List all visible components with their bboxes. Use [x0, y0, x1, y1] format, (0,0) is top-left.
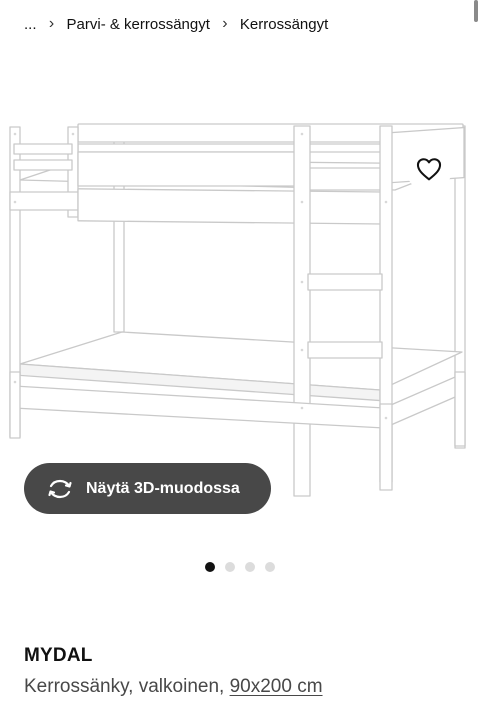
- heart-icon: [416, 158, 442, 181]
- favourite-button[interactable]: [406, 146, 452, 192]
- breadcrumb-item-bunk-beds[interactable]: Kerrossängyt: [240, 16, 328, 33]
- pagination-dot-1[interactable]: [205, 562, 215, 572]
- view-in-3d-label: Näytä 3D-muodossa: [86, 479, 240, 497]
- pagination-dot-3[interactable]: [245, 562, 255, 572]
- product-description-text: Kerrossänky, valkoinen,: [24, 676, 230, 697]
- breadcrumb: ... › Parvi- & kerrossängyt › Kerrossäng…: [24, 12, 328, 36]
- gallery-pagination: [0, 562, 480, 572]
- product-name: MYDAL: [24, 645, 93, 666]
- pagination-dot-2[interactable]: [225, 562, 235, 572]
- product-size-link[interactable]: 90x200 cm: [230, 676, 323, 697]
- pagination-dot-4[interactable]: [265, 562, 275, 572]
- breadcrumb-item-bunk-and-loft-beds[interactable]: Parvi- & kerrossängyt: [67, 16, 210, 33]
- product-description: Kerrossänky, valkoinen, 90x200 cm: [24, 676, 323, 698]
- chevron-right-icon: ›: [222, 15, 228, 32]
- page-scrollbar[interactable]: [474, 0, 478, 22]
- breadcrumb-ellipsis[interactable]: ...: [24, 16, 37, 33]
- view-in-3d-button[interactable]: Näytä 3D-muodossa: [24, 463, 271, 514]
- rotate-3d-icon: [46, 478, 74, 500]
- chevron-right-icon: ›: [48, 15, 55, 32]
